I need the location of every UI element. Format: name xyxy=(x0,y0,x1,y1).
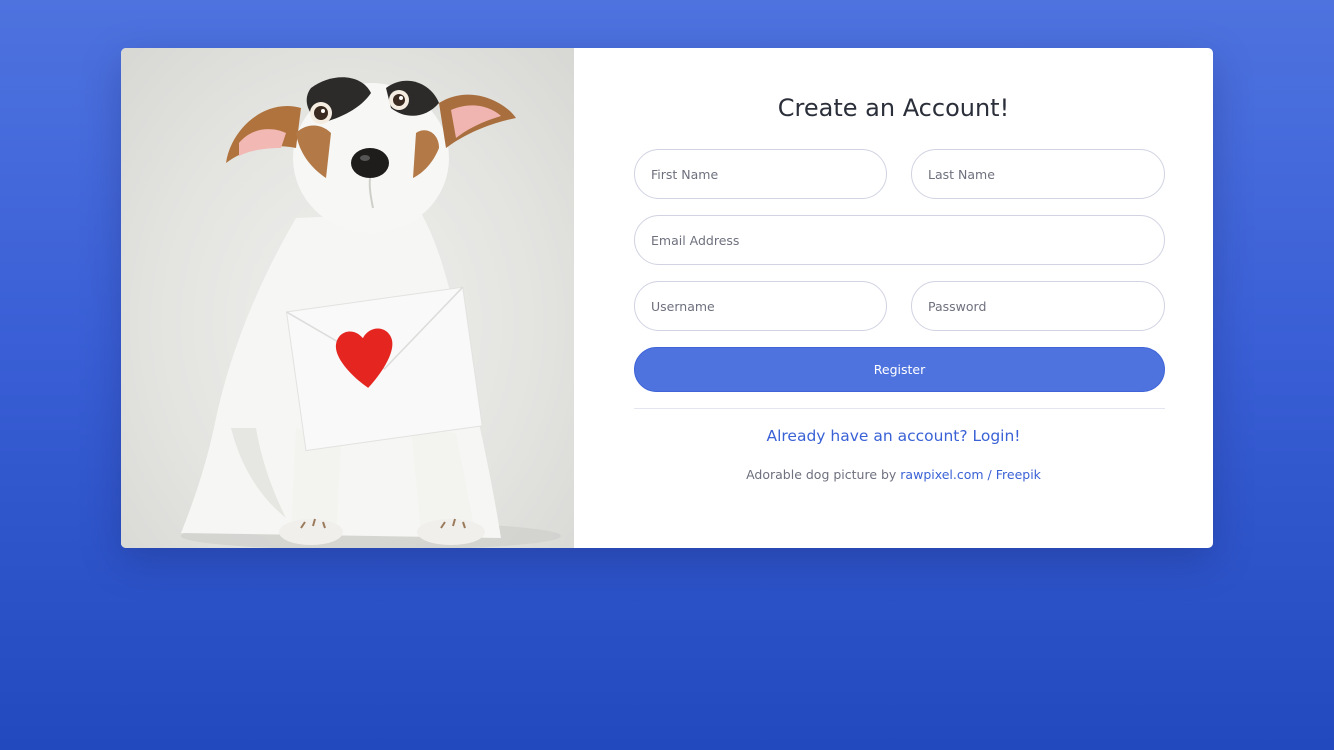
password-input[interactable] xyxy=(911,281,1165,331)
register-form: Create an Account! Register Already have… xyxy=(574,48,1213,548)
first-name-input[interactable] xyxy=(634,149,887,199)
login-link[interactable]: Already have an account? Login! xyxy=(574,427,1213,445)
puppy-illustration xyxy=(181,77,561,548)
credit-text: Adorable dog picture by xyxy=(746,467,901,482)
divider xyxy=(634,408,1165,409)
last-name-input[interactable] xyxy=(911,149,1165,199)
register-card: Create an Account! Register Already have… xyxy=(121,48,1213,548)
image-credit: Adorable dog picture by rawpixel.com / F… xyxy=(574,467,1213,482)
credit-link[interactable]: rawpixel.com / Freepik xyxy=(900,467,1041,482)
dog-image xyxy=(121,48,574,548)
form-title: Create an Account! xyxy=(777,94,1010,122)
email-input[interactable] xyxy=(634,215,1165,265)
envelope xyxy=(285,286,483,452)
register-button[interactable]: Register xyxy=(634,347,1165,392)
username-input[interactable] xyxy=(634,281,887,331)
